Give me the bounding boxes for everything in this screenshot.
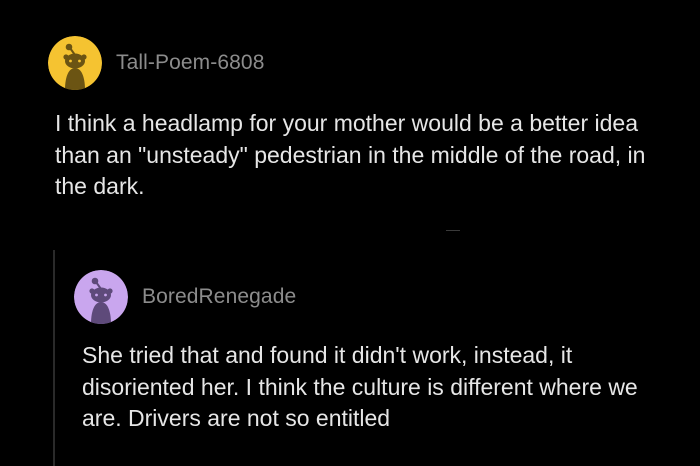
avatar-yellow-graphic xyxy=(48,36,102,90)
avatar-purple-graphic xyxy=(74,270,128,324)
comment-username[interactable]: BoredRenegade xyxy=(142,285,296,309)
divider xyxy=(446,230,460,231)
thread-line[interactable] xyxy=(53,250,55,466)
comment-username[interactable]: Tall-Poem-6808 xyxy=(116,51,264,75)
comment-body: She tried that and found it didn't work,… xyxy=(82,342,638,431)
comment-top: Tall-Poem-6808 I think a headlamp for yo… xyxy=(48,36,688,203)
snoo-avatar-icon[interactable] xyxy=(48,36,102,90)
comment-header: Tall-Poem-6808 xyxy=(48,36,688,90)
comment-reply: BoredRenegade She tried that and found i… xyxy=(74,270,684,435)
snoo-avatar-icon[interactable] xyxy=(74,270,128,324)
comment-thread: Tall-Poem-6808 I think a headlamp for yo… xyxy=(0,0,700,466)
comment-header: BoredRenegade xyxy=(74,270,684,324)
comment-body: I think a headlamp for your mother would… xyxy=(55,110,646,199)
